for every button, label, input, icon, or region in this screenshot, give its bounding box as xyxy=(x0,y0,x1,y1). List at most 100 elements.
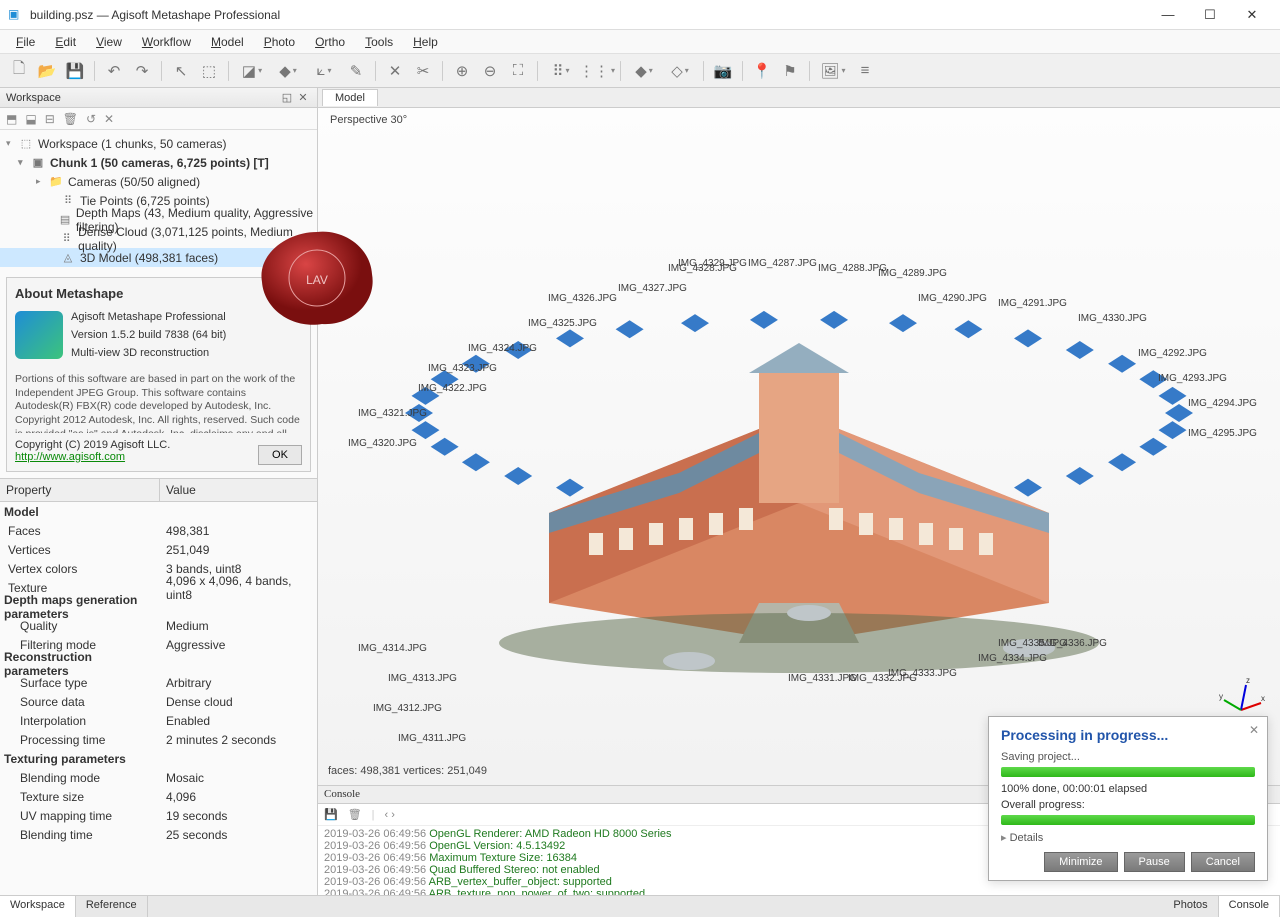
property-row: Reconstruction parameters xyxy=(0,654,317,673)
maximize-button[interactable]: ☐ xyxy=(1190,1,1230,29)
progress-pause-button[interactable]: Pause xyxy=(1124,852,1185,872)
camera-label: IMG_4326.JPG xyxy=(548,293,617,304)
tab-workspace[interactable]: Workspace xyxy=(0,896,76,917)
save-icon[interactable]: 💾 xyxy=(62,58,88,84)
progress-minimize-button[interactable]: Minimize xyxy=(1044,852,1117,872)
property-row: Model xyxy=(0,502,317,521)
properties-col-property: Property xyxy=(0,479,160,501)
property-row: Processing time2 minutes 2 seconds xyxy=(0,730,317,749)
bottom-tabs: Workspace Reference Photos Console xyxy=(0,895,1280,917)
tab-console[interactable]: Console xyxy=(1219,896,1280,917)
perspective-label: Perspective 30° xyxy=(330,114,407,126)
layers-icon[interactable]: ≡ xyxy=(852,58,878,84)
panel-close-icon[interactable]: ✕ xyxy=(295,91,311,104)
about-version: Version 1.5.2 build 7838 (64 bit) xyxy=(71,329,226,341)
tab-photos[interactable]: Photos xyxy=(1163,896,1218,917)
crop-icon[interactable]: ✂ xyxy=(410,58,436,84)
redo-icon[interactable]: ↷ xyxy=(129,58,155,84)
pointer-icon[interactable]: ↖ xyxy=(168,58,194,84)
progress-cancel-button[interactable]: Cancel xyxy=(1191,852,1255,872)
ws-t3-icon[interactable]: ⊟ xyxy=(45,112,55,126)
menu-model[interactable]: Model xyxy=(201,32,254,52)
delete-icon[interactable]: ✕ xyxy=(382,58,408,84)
about-ok-button[interactable]: OK xyxy=(258,445,302,465)
separator xyxy=(703,61,704,81)
ruler-icon[interactable]: ⟀ xyxy=(307,58,341,84)
camera-label: IMG_4327.JPG xyxy=(618,283,687,294)
new-icon[interactable]: 🗋 xyxy=(6,58,32,84)
tree-cameras[interactable]: ▸📁Cameras (50/50 aligned) xyxy=(0,172,317,191)
region-icon[interactable]: ◪ xyxy=(235,58,269,84)
app-icon xyxy=(8,7,24,23)
camera-label: IMG_4288.JPG xyxy=(818,263,887,274)
ws-t6-icon[interactable]: ✕ xyxy=(104,112,114,126)
camera-label: IMG_4313.JPG xyxy=(388,673,457,684)
shaded-icon[interactable]: ◇ xyxy=(663,58,697,84)
fit-icon[interactable]: ⛶ xyxy=(505,58,531,84)
rect-select-icon[interactable]: ⬚ xyxy=(196,58,222,84)
progress-task: Saving project... xyxy=(1001,751,1255,763)
grid9-icon[interactable]: ⋮⋮ xyxy=(580,58,614,84)
console-nav-icon[interactable]: ‹ › xyxy=(385,809,395,821)
menu-view[interactable]: View xyxy=(86,32,132,52)
3d-viewport[interactable]: Perspective 30° xyxy=(318,108,1280,785)
zoom-out-icon[interactable]: ⊖ xyxy=(477,58,503,84)
camera-label: IMG_4320.JPG xyxy=(348,438,417,449)
menu-tools[interactable]: Tools xyxy=(355,32,403,52)
close-button[interactable]: ✕ xyxy=(1232,1,1272,29)
menu-help[interactable]: Help xyxy=(403,32,448,52)
svg-text:y: y xyxy=(1219,692,1223,701)
properties-col-value: Value xyxy=(160,479,202,501)
property-row: Vertices251,049 xyxy=(0,540,317,559)
wax-seal-icon: LAV xyxy=(252,224,382,334)
mesh-icon[interactable]: ◆ xyxy=(627,58,661,84)
ws-t1-icon[interactable]: ⬒ xyxy=(6,112,17,126)
window-title: building.psz — Agisoft Metashape Profess… xyxy=(30,8,1148,22)
camera-label: IMG_4314.JPG xyxy=(358,643,427,654)
property-row: Source dataDense cloud xyxy=(0,692,317,711)
ws-t4-icon[interactable]: 🗑 xyxy=(63,112,78,126)
progress-details-toggle[interactable]: Details xyxy=(1001,831,1255,844)
console-save-icon[interactable]: 💾 xyxy=(324,808,338,821)
grid4-icon[interactable]: ⠿ xyxy=(544,58,578,84)
flag-icon[interactable]: ⚑ xyxy=(777,58,803,84)
menu-workflow[interactable]: Workflow xyxy=(132,32,201,52)
tree-chunk[interactable]: ▾▣Chunk 1 (50 cameras, 6,725 points) [T] xyxy=(0,153,317,172)
undo-icon[interactable]: ↶ xyxy=(101,58,127,84)
camera-icon[interactable]: 📷 xyxy=(710,58,736,84)
menu-edit[interactable]: Edit xyxy=(45,32,86,52)
tree-root[interactable]: ▾⬚Workspace (1 chunks, 50 cameras) xyxy=(0,134,317,153)
image-icon[interactable]: 🖼 xyxy=(816,58,850,84)
shape-icon[interactable]: ◆ xyxy=(271,58,305,84)
open-icon[interactable]: 📂 xyxy=(34,58,60,84)
menu-file[interactable]: File xyxy=(6,32,45,52)
console-clear-icon[interactable]: 🗑 xyxy=(348,808,362,821)
camera-label: IMG_4312.JPG xyxy=(373,703,442,714)
progress-title: Processing in progress... xyxy=(1001,727,1255,743)
menu-ortho[interactable]: Ortho xyxy=(305,32,355,52)
workspace-title: Workspace xyxy=(6,92,279,104)
tab-model[interactable]: Model xyxy=(322,89,378,106)
progress-close-icon[interactable]: ✕ xyxy=(1249,723,1259,737)
ws-t5-icon[interactable]: ↺ xyxy=(86,112,96,126)
separator xyxy=(742,61,743,81)
progress-dialog: ✕ Processing in progress... Saving proje… xyxy=(988,716,1268,881)
pencil-icon[interactable]: ✎ xyxy=(343,58,369,84)
camera-label: IMG_4321.JPG xyxy=(358,408,427,419)
tab-reference[interactable]: Reference xyxy=(76,896,148,917)
model-info: faces: 498,381 vertices: 251,049 xyxy=(328,765,487,777)
separator xyxy=(94,61,95,81)
camera-label: IMG_4295.JPG xyxy=(1188,428,1257,439)
ws-t2-icon[interactable]: ⬓ xyxy=(25,112,36,126)
property-row: QualityMedium xyxy=(0,616,317,635)
camera-label: IMG_4323.JPG xyxy=(428,363,497,374)
console-line: 2019-03-26 06:49:56 ARB_texture_non_powe… xyxy=(324,888,1274,895)
menu-photo[interactable]: Photo xyxy=(254,32,305,52)
camera-label: IMG_4293.JPG xyxy=(1158,373,1227,384)
undock-icon[interactable]: ◱ xyxy=(279,91,295,104)
about-link[interactable]: http://www.agisoft.com xyxy=(15,451,125,463)
zoom-in-icon[interactable]: ⊕ xyxy=(449,58,475,84)
minimize-button[interactable]: — xyxy=(1148,1,1188,29)
separator xyxy=(161,61,162,81)
marker-icon[interactable]: 📍 xyxy=(749,58,775,84)
